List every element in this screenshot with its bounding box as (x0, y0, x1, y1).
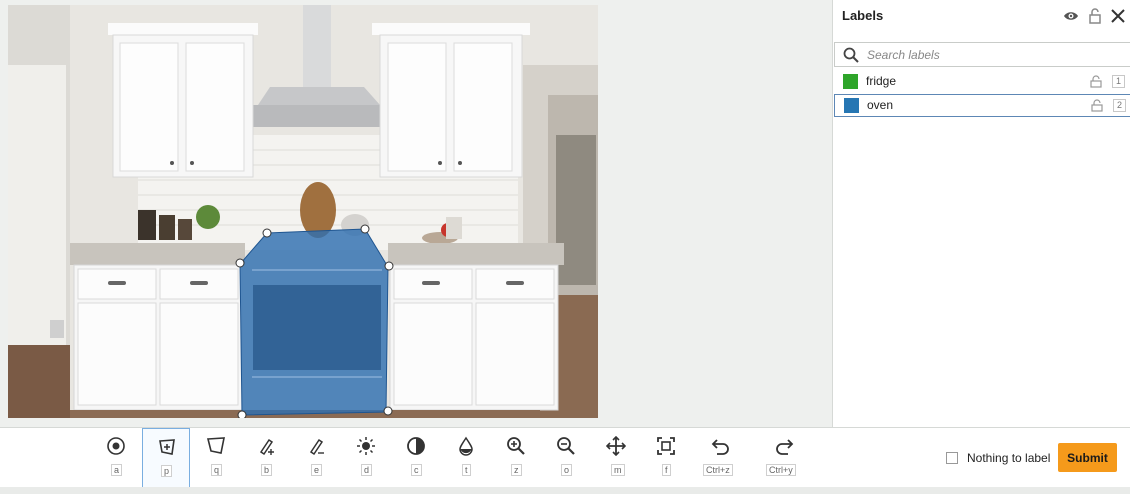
label-item-fridge[interactable]: fridge 1 (834, 70, 1130, 93)
polygon-tool[interactable]: p (142, 428, 190, 488)
zoom-in-icon (507, 437, 525, 455)
label-hotkey: 2 (1113, 99, 1126, 112)
key-hint: Ctrl+z (703, 464, 733, 476)
search-input[interactable] (867, 46, 1117, 64)
zoom-out-icon (557, 437, 575, 455)
key-hint: q (211, 464, 223, 476)
close-icon[interactable] (1109, 7, 1127, 25)
label-name: oven (867, 98, 894, 112)
droplet-icon (459, 436, 473, 456)
labels-panel: Labels fridge 1 (832, 0, 1130, 427)
undo-tool[interactable]: Ctrl+z (697, 428, 745, 488)
key-hint: o (561, 464, 573, 476)
key-hint: Ctrl+y (766, 464, 796, 476)
label-name: fridge (866, 74, 897, 88)
label-hotkey: 1 (1112, 75, 1125, 88)
undo-icon (711, 439, 729, 455)
eraser-tool[interactable]: e (292, 428, 340, 488)
key-hint: f (662, 464, 671, 476)
brush-tool[interactable]: b (242, 428, 290, 488)
label-color-swatch (843, 74, 858, 89)
panel-title: Labels (842, 8, 884, 23)
move-tool[interactable]: m (592, 428, 640, 488)
key-hint: e (311, 464, 323, 476)
move-icon (606, 436, 626, 456)
zoom-in-tool[interactable]: z (492, 428, 540, 488)
labeling-app: Labels fridge 1 (0, 0, 1130, 494)
lock-icon[interactable] (1086, 7, 1104, 25)
search-icon (843, 47, 859, 63)
redo-tool[interactable]: Ctrl+y (760, 428, 808, 488)
sun-icon (357, 437, 375, 455)
submit-button[interactable]: Submit (1058, 443, 1117, 472)
lock-icon[interactable] (1090, 75, 1102, 88)
key-hint: b (261, 464, 273, 476)
transparency-tool[interactable]: t (442, 428, 490, 488)
quad-icon (206, 437, 225, 454)
polygon-icon (159, 439, 175, 455)
redo-icon (776, 439, 794, 455)
brush-add-icon (259, 438, 274, 456)
fit-icon (657, 437, 675, 455)
key-hint: m (611, 464, 625, 476)
checkbox[interactable] (946, 452, 958, 464)
brightness-tool[interactable]: d (342, 428, 390, 488)
labels-panel-header: Labels (833, 0, 1130, 32)
bottom-toolbar: a p q b e d c t z o m f Ctrl+z Ctrl+y No… (0, 427, 1130, 488)
oven-annotation[interactable] (235, 224, 394, 418)
key-hint: d (361, 464, 373, 476)
key-hint: p (161, 465, 173, 477)
bottom-strip (0, 487, 1130, 494)
key-hint: a (111, 464, 123, 476)
kitchen-image[interactable] (8, 5, 598, 418)
contrast-tool[interactable]: c (392, 428, 440, 488)
fit-tool[interactable]: f (642, 428, 690, 488)
contrast-icon (407, 437, 425, 455)
key-hint: z (511, 464, 522, 476)
nothing-to-label-text: Nothing to label (967, 451, 1051, 465)
label-color-swatch (844, 98, 859, 113)
brush-erase-icon (309, 438, 324, 456)
kitchen-illustration (8, 5, 598, 418)
label-item-oven[interactable]: oven 2 (834, 94, 1130, 117)
key-hint: t (462, 464, 471, 476)
annotation-canvas[interactable] (0, 0, 832, 427)
key-hint: c (411, 464, 422, 476)
lock-icon[interactable] (1091, 99, 1103, 112)
zoom-out-tool[interactable]: o (542, 428, 590, 488)
eye-icon[interactable] (1062, 7, 1080, 25)
search-labels[interactable] (834, 42, 1130, 67)
box-polygon-tool[interactable]: q (192, 428, 240, 488)
point-tool[interactable]: a (92, 428, 140, 488)
point-icon (107, 437, 125, 455)
